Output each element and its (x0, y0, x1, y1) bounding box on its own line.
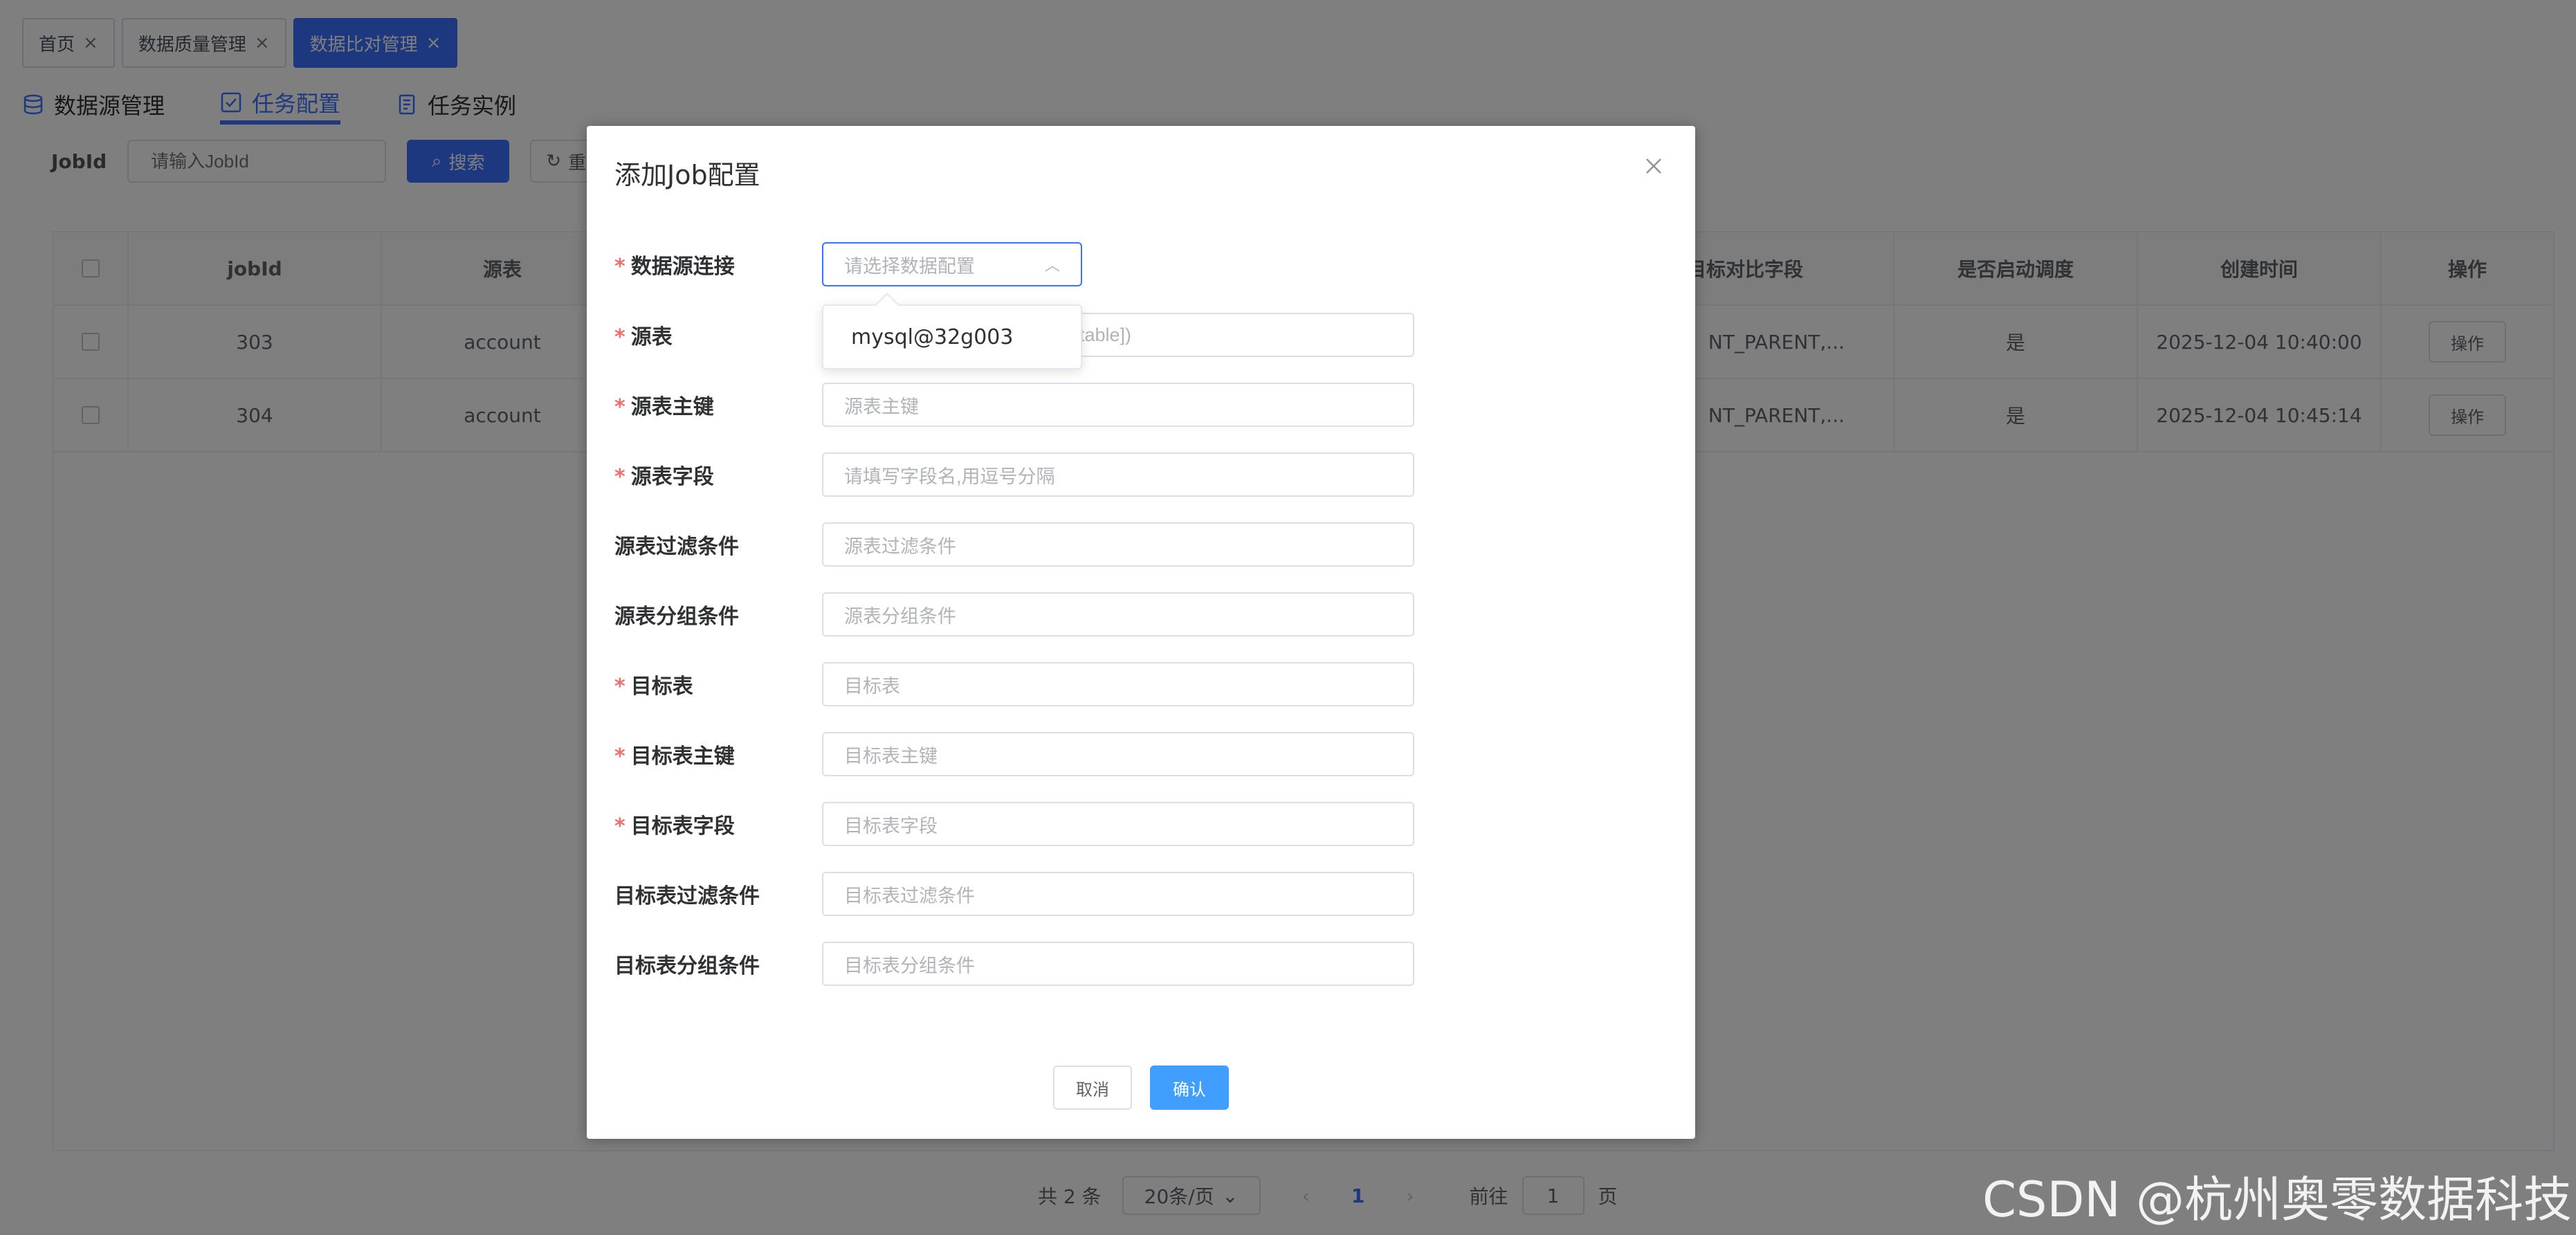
required-mark: * (614, 675, 625, 699)
datasource-select[interactable]: 请选择数据配置 ︿ (822, 242, 1082, 286)
datasource-dropdown: mysql@32g003 (822, 293, 1082, 369)
target-table-input[interactable]: 目标表 (822, 662, 1414, 706)
source-pk-input[interactable]: 源表主键 (822, 383, 1414, 427)
select-placeholder: 请选择数据配置 (844, 255, 975, 277)
field-label: * 源表主键 (614, 390, 822, 420)
input-placeholder: 源表分组条件 (844, 605, 956, 627)
field-label: * 目标表字段 (614, 809, 822, 839)
field-label: 源表分组条件 (614, 605, 739, 629)
input-placeholder: 目标表 (844, 675, 900, 697)
input-placeholder: 目标表字段 (844, 815, 938, 836)
dialog-title: 添加Job配置 (614, 160, 760, 190)
field-label: * 目标表 (614, 669, 822, 699)
input-placeholder: 目标表过滤条件 (844, 885, 975, 906)
field-label: * 目标表主键 (614, 739, 822, 769)
field-source-filter: 源表过滤条件 源表过滤条件 (614, 522, 1414, 567)
field-label-text: 目标表 (630, 675, 693, 699)
field-label-text: 目标表字段 (630, 814, 735, 839)
required-mark: * (614, 255, 625, 279)
field-source-columns: * 源表字段 请填写字段名,用逗号分隔 (614, 452, 1414, 497)
page: 首页 × 数据质量管理 × 数据比对管理 × 数据源管理 任务配置 任务实例 J… (0, 0, 2576, 1235)
input-placeholder: 目标表主键 (844, 745, 938, 767)
target-group-input[interactable]: 目标表分组条件 (822, 942, 1414, 986)
field-label: 目标表分组条件 (614, 954, 760, 978)
field-label: * 数据源连接 (614, 249, 822, 280)
input-placeholder: table]) (1079, 324, 1132, 345)
source-filter-input[interactable]: 源表过滤条件 (822, 522, 1414, 567)
field-label: * 源表 (614, 320, 822, 350)
target-pk-input[interactable]: 目标表主键 (822, 732, 1414, 776)
field-label: 源表过滤条件 (614, 535, 739, 559)
field-label-text: 数据源连接 (630, 255, 735, 279)
source-columns-input[interactable]: 请填写字段名,用逗号分隔 (822, 452, 1414, 497)
field-label-text: 源表 (630, 325, 673, 349)
target-columns-input[interactable]: 目标表字段 (822, 802, 1414, 846)
field-label-text: 源表字段 (630, 465, 714, 489)
field-label: 目标表过滤条件 (614, 884, 760, 908)
field-source-group: 源表分组条件 源表分组条件 (614, 592, 1414, 637)
required-mark: * (614, 744, 625, 769)
dropdown-arrow (875, 293, 899, 316)
required-mark: * (614, 814, 625, 839)
dropdown-option[interactable]: mysql@32g003 (851, 325, 1013, 349)
source-group-input[interactable]: 源表分组条件 (822, 592, 1414, 637)
field-label: * 源表字段 (614, 459, 822, 490)
field-source-pk: * 源表主键 源表主键 (614, 383, 1414, 427)
field-target-filter: 目标表过滤条件 目标表过滤条件 (614, 872, 1414, 916)
input-placeholder: 请填写字段名,用逗号分隔 (844, 466, 1055, 487)
confirm-button[interactable]: 确认 (1150, 1065, 1229, 1110)
field-label-text: 目标表主键 (630, 744, 735, 769)
input-placeholder: 目标表分组条件 (844, 955, 975, 976)
required-mark: * (614, 325, 625, 349)
cancel-button[interactable]: 取消 (1053, 1065, 1132, 1110)
field-target-columns: * 目标表字段 目标表字段 (614, 802, 1414, 846)
field-target-group: 目标表分组条件 目标表分组条件 (614, 942, 1414, 986)
watermark: CSDN @杭州奥零数据科技 (1982, 1171, 2572, 1228)
chevron-up-icon: ︿ (1044, 257, 1060, 274)
field-datasource: * 数据源连接 请选择数据配置 ︿ (614, 242, 1082, 286)
field-target-pk: * 目标表主键 目标表主键 (614, 732, 1414, 776)
field-label-text: 源表主键 (630, 395, 714, 419)
required-mark: * (614, 465, 625, 489)
close-icon[interactable] (1640, 152, 1668, 180)
field-target-table: * 目标表 目标表 (614, 662, 1414, 706)
input-placeholder: 源表主键 (844, 396, 919, 417)
input-placeholder: 源表过滤条件 (844, 536, 956, 557)
add-job-dialog: 添加Job配置 * 数据源连接 请选择数据配置 ︿ * 源表 table]) * 源表… (587, 126, 1695, 1139)
target-filter-input[interactable]: 目标表过滤条件 (822, 872, 1414, 916)
required-mark: * (614, 395, 625, 419)
